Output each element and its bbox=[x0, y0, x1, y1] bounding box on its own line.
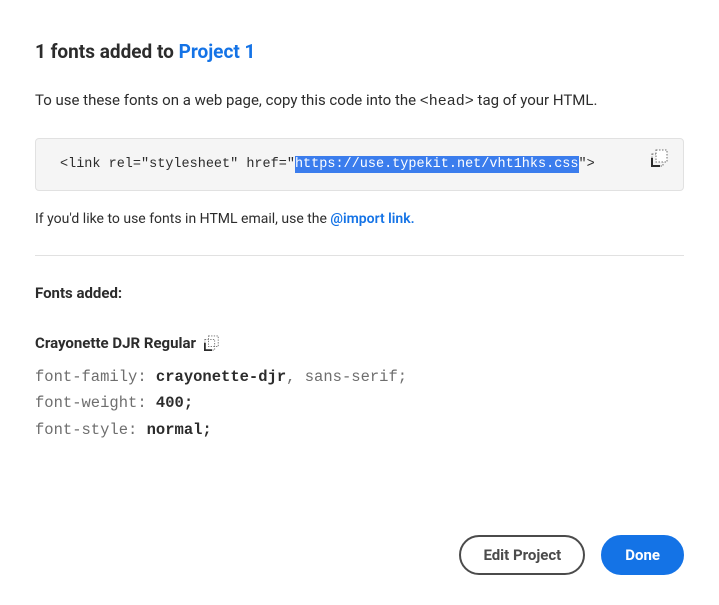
font-css-properties: font-family: crayonette-djr, sans-serif;… bbox=[35, 364, 684, 443]
head-tag-code: <head> bbox=[420, 93, 474, 110]
copy-icon[interactable] bbox=[204, 335, 220, 351]
divider bbox=[35, 255, 684, 256]
css-value-strong: crayonette-djr bbox=[156, 368, 286, 386]
fonts-added-label: Fonts added: bbox=[35, 284, 684, 302]
css-value-rest: , sans-serif; bbox=[286, 368, 407, 386]
intro-after: tag of your HTML. bbox=[474, 91, 598, 109]
code-snippet[interactable]: <link rel="stylesheet" href="https://use… bbox=[35, 138, 684, 191]
import-link[interactable]: @import link. bbox=[330, 211, 414, 227]
page-title: 1 fonts added to Project 1 bbox=[35, 40, 684, 63]
code-after-url: "> bbox=[579, 157, 595, 172]
email-note: If you'd like to use fonts in HTML email… bbox=[35, 211, 684, 227]
edit-project-button[interactable]: Edit Project bbox=[459, 535, 585, 575]
project-link[interactable]: Project 1 bbox=[179, 40, 256, 63]
copy-icon[interactable] bbox=[651, 149, 669, 167]
css-line-font-style: font-style: normal; bbox=[35, 417, 684, 443]
heading-prefix: 1 fonts added to bbox=[35, 40, 179, 63]
email-note-text: If you'd like to use fonts in HTML email… bbox=[35, 211, 330, 227]
css-key: font-family: bbox=[35, 368, 156, 386]
intro-before: To use these fonts on a web page, copy t… bbox=[35, 91, 420, 109]
css-value: 400; bbox=[156, 394, 193, 412]
code-before-url: <link rel="stylesheet" href=" bbox=[60, 157, 295, 172]
done-button[interactable]: Done bbox=[601, 535, 684, 575]
css-value: normal; bbox=[147, 421, 212, 439]
code-url-highlighted[interactable]: https://use.typekit.net/vht1hks.css bbox=[295, 156, 579, 173]
css-key: font-style: bbox=[35, 421, 147, 439]
css-line-font-weight: font-weight: 400; bbox=[35, 390, 684, 416]
font-item-title: Crayonette DJR Regular bbox=[35, 334, 684, 352]
css-line-font-family: font-family: crayonette-djr, sans-serif; bbox=[35, 364, 684, 390]
font-name: Crayonette DJR Regular bbox=[35, 334, 196, 352]
button-row: Edit Project Done bbox=[459, 535, 684, 575]
css-key: font-weight: bbox=[35, 394, 156, 412]
intro-text: To use these fonts on a web page, copy t… bbox=[35, 91, 684, 110]
